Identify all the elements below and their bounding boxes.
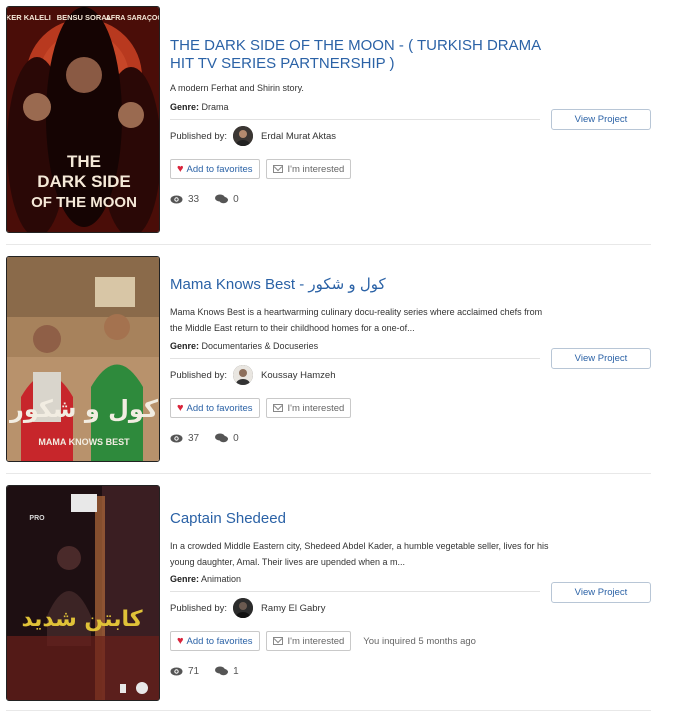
- project-genre: Genre: Documentaries & Docuseries: [170, 341, 318, 351]
- project-genre: Genre: Animation: [170, 574, 241, 584]
- genre-value: Documentaries & Docuseries: [201, 341, 319, 351]
- comments-icon: [215, 194, 229, 204]
- views-stat: 37: [170, 433, 199, 444]
- im-interested-label: I'm interested: [287, 402, 345, 414]
- envelope-icon: [272, 637, 283, 645]
- action-row: ♥ Add to favorites I'm interested: [170, 398, 357, 418]
- poster-title-line-1: THE: [67, 152, 101, 171]
- separator: [6, 473, 651, 474]
- action-row: ♥ Add to favorites I'm interested You in…: [170, 631, 476, 651]
- publisher-name[interactable]: Koussay Hamzeh: [261, 370, 335, 381]
- project-description: A modern Ferhat and Shirin story.: [170, 83, 304, 93]
- project-description: Mama Knows Best is a heartwarming culina…: [170, 307, 543, 333]
- poster-actor-1: ILKER KALELI: [7, 13, 51, 22]
- project-title-link[interactable]: THE DARK SIDE OF THE MOON - ( TURKISH DR…: [170, 37, 550, 73]
- add-to-favorites-button[interactable]: ♥ Add to favorites: [170, 631, 260, 651]
- avatar[interactable]: [233, 598, 254, 618]
- view-project-button[interactable]: View Project: [551, 109, 651, 130]
- poster-actor-3: AFRA SARAÇOĞLU: [106, 13, 160, 22]
- eye-icon: [170, 434, 183, 442]
- comments-stat: 1: [215, 666, 239, 677]
- comments-icon: [215, 666, 229, 676]
- divider: [170, 358, 540, 359]
- project-poster[interactable]: كول و شكور MAMA KNOWS BEST: [6, 256, 160, 462]
- genre-value: Drama: [201, 102, 229, 112]
- im-interested-button[interactable]: I'm interested: [265, 631, 352, 651]
- avatar[interactable]: [233, 365, 254, 385]
- add-to-favorites-label: Add to favorites: [186, 163, 253, 175]
- published-by-label: Published by:: [170, 369, 228, 381]
- poster-title-line-3: OF THE MOON: [31, 194, 137, 211]
- view-project-button[interactable]: View Project: [551, 582, 651, 603]
- genre-label: Genre:: [170, 574, 200, 584]
- genre-value: Animation: [201, 574, 242, 584]
- poster-title-line-2: DARK SIDE: [37, 172, 131, 191]
- divider: [170, 119, 540, 120]
- project-title-link[interactable]: Captain Shedeed: [170, 510, 550, 528]
- published-by-label: Published by:: [170, 130, 228, 142]
- action-row: ♥ Add to favorites I'm interested: [170, 159, 357, 179]
- poster-actor-2: BENSU SORAL: [57, 13, 112, 22]
- publisher-name[interactable]: Erdal Murat Aktas: [261, 131, 336, 142]
- project-poster[interactable]: ILKER KALELI BENSU SORAL AFRA SARAÇOĞLU …: [6, 6, 160, 233]
- stats-row: 37 0: [170, 431, 255, 445]
- avatar[interactable]: [233, 126, 254, 146]
- stats-row: 33 0: [170, 192, 255, 206]
- separator: [6, 710, 651, 711]
- comments-count: 0: [233, 193, 239, 205]
- poster-arabic-title: كابتن شديد: [21, 607, 142, 632]
- publisher-name[interactable]: Ramy El Gabry: [261, 603, 325, 614]
- publisher-row: Published by: Ramy El Gabry: [170, 597, 325, 619]
- stats-row: 71 1: [170, 664, 255, 678]
- genre-label: Genre:: [170, 341, 200, 351]
- heart-icon: ♥: [177, 402, 184, 414]
- comments-stat: 0: [215, 433, 239, 444]
- project-poster[interactable]: كابتن شديد PRO: [6, 485, 160, 701]
- poster-arabic-title: كول و شكور: [9, 395, 158, 423]
- comments-count: 1: [233, 665, 239, 677]
- add-to-favorites-label: Add to favorites: [186, 635, 253, 647]
- poster-badge: PRO: [29, 515, 45, 522]
- view-project-button[interactable]: View Project: [551, 348, 651, 369]
- eye-icon: [170, 195, 183, 203]
- publisher-row: Published by: Erdal Murat Aktas: [170, 125, 336, 147]
- heart-icon: ♥: [177, 163, 184, 175]
- poster-subtitle: MAMA KNOWS BEST: [38, 437, 130, 447]
- comments-count: 0: [233, 432, 239, 444]
- heart-icon: ♥: [177, 635, 184, 647]
- im-interested-button[interactable]: I'm interested: [265, 398, 352, 418]
- views-stat: 33: [170, 194, 199, 205]
- views-count: 71: [188, 665, 200, 677]
- im-interested-label: I'm interested: [287, 163, 345, 175]
- eye-icon: [170, 667, 183, 675]
- views-stat: 71: [170, 666, 199, 677]
- im-interested-button[interactable]: I'm interested: [265, 159, 352, 179]
- comments-stat: 0: [215, 194, 239, 205]
- genre-label: Genre:: [170, 102, 200, 112]
- separator: [6, 244, 651, 245]
- published-by-label: Published by:: [170, 602, 228, 614]
- publisher-row: Published by: Koussay Hamzeh: [170, 364, 336, 386]
- add-to-favorites-button[interactable]: ♥ Add to favorites: [170, 398, 260, 418]
- project-title-link[interactable]: Mama Knows Best - كول و شكور: [170, 276, 550, 294]
- add-to-favorites-label: Add to favorites: [186, 402, 253, 414]
- project-description: In a crowded Middle Eastern city, Shedee…: [170, 541, 549, 567]
- im-interested-label: I'm interested: [287, 635, 345, 647]
- views-count: 37: [188, 432, 200, 444]
- inquiry-status: You inquired 5 months ago: [363, 635, 476, 647]
- divider: [170, 591, 540, 592]
- comments-icon: [215, 433, 229, 443]
- views-count: 33: [188, 193, 200, 205]
- add-to-favorites-button[interactable]: ♥ Add to favorites: [170, 159, 260, 179]
- envelope-icon: [272, 404, 283, 412]
- project-genre: Genre: Drama: [170, 102, 229, 112]
- envelope-icon: [272, 165, 283, 173]
